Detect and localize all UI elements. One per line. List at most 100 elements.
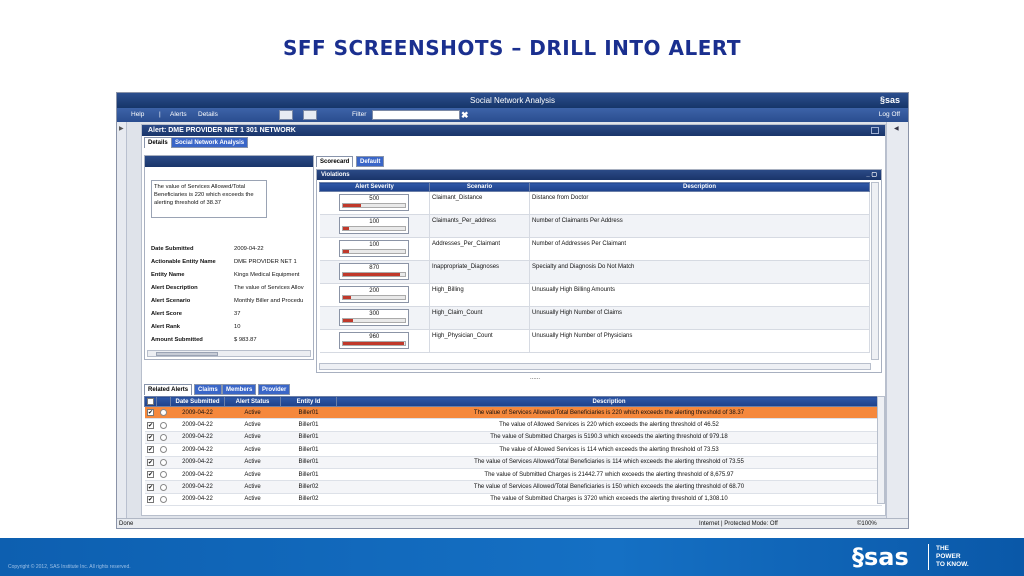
vertical-scrollbar[interactable]: [877, 396, 885, 504]
scorecard-panel: Scorecard Default Violations _ ▢ Alert S…: [316, 155, 885, 375]
row-radio[interactable]: [160, 433, 167, 441]
status-cell: Active: [224, 493, 281, 507]
tab-members[interactable]: Members: [222, 384, 257, 395]
radio-cell[interactable]: [156, 468, 171, 482]
vertical-scrollbar[interactable]: [871, 182, 879, 360]
row-radio[interactable]: [160, 483, 167, 491]
col-description[interactable]: Description: [529, 182, 870, 192]
violation-row[interactable]: 500 Claimant_Distance Distance from Doct…: [319, 191, 870, 215]
divider: [928, 544, 929, 570]
tab-social-network-analysis[interactable]: Social Network Analysis: [171, 137, 249, 148]
violation-row[interactable]: 200 High_Billing Unusually High Billing …: [319, 283, 870, 307]
row-checkbox[interactable]: ✔: [147, 495, 154, 503]
radio-cell[interactable]: [156, 418, 171, 432]
row-radio[interactable]: [160, 495, 167, 503]
violation-row[interactable]: 100 Claimants_Per_address Number of Clai…: [319, 214, 870, 238]
table-row[interactable]: ✔ 2009-04-22 Active Biller02 The value o…: [144, 493, 882, 507]
tab-provider[interactable]: Provider: [258, 384, 291, 395]
field-label: Alert Scenario: [151, 298, 191, 304]
table-row[interactable]: ✔ 2009-04-22 Active Biller01 The value o…: [144, 406, 882, 420]
collapse-icon[interactable]: ◀: [894, 125, 899, 132]
tab-details[interactable]: Details: [144, 137, 172, 148]
col-entity-id[interactable]: Entity Id: [280, 396, 337, 407]
col-alert-severity[interactable]: Alert Severity: [319, 182, 430, 192]
violation-row[interactable]: 960 High_Physician_Count Unusually High …: [319, 329, 870, 353]
row-radio[interactable]: [160, 421, 167, 429]
right-collapse-strip[interactable]: ◀: [886, 122, 908, 518]
radio-cell[interactable]: [156, 443, 171, 457]
menu-details[interactable]: Details: [198, 108, 218, 122]
row-checkbox[interactable]: ✔: [147, 409, 154, 417]
checkbox-cell[interactable]: ✔: [144, 480, 157, 494]
row-radio[interactable]: [160, 471, 167, 479]
violation-row[interactable]: 870 Inappropriate_Diagnoses Specialty an…: [319, 260, 870, 284]
status-cell: Active: [224, 456, 281, 469]
minimize-icon[interactable]: _ ▢: [866, 170, 877, 180]
field-value: Monthly Biller and Procedu: [234, 298, 304, 304]
horizontal-scrollbar[interactable]: [319, 363, 871, 370]
splitter-handle[interactable]: ......: [530, 375, 540, 381]
radio-cell[interactable]: [156, 480, 171, 494]
export-icon[interactable]: [303, 110, 317, 120]
tab-related-alerts[interactable]: Related Alerts: [144, 384, 193, 395]
radio-cell[interactable]: [156, 406, 171, 420]
tab-default[interactable]: Default: [356, 156, 385, 167]
row-checkbox[interactable]: ✔: [147, 483, 154, 491]
status-cell: Active: [224, 468, 281, 482]
row-checkbox[interactable]: ✔: [147, 458, 154, 466]
row-checkbox[interactable]: ✔: [147, 446, 154, 454]
row-radio[interactable]: [160, 446, 167, 454]
severity-value: 870: [369, 265, 380, 271]
table-row[interactable]: ✔ 2009-04-22 Active Biller01 The value o…: [144, 431, 882, 445]
table-row[interactable]: ✔ 2009-04-22 Active Biller01 The value o…: [144, 443, 882, 457]
radio-cell[interactable]: [156, 431, 171, 445]
table-row[interactable]: ✔ 2009-04-22 Active Biller01 The value o…: [144, 456, 882, 469]
col-radio: [156, 396, 171, 407]
row-radio[interactable]: [160, 458, 167, 466]
violation-row[interactable]: 100 Addresses_Per_Claimant Number of Add…: [319, 237, 870, 261]
row-checkbox[interactable]: ✔: [147, 433, 154, 441]
logoff-link[interactable]: Log Off: [879, 108, 900, 122]
horizontal-scrollbar[interactable]: [147, 350, 311, 357]
row-checkbox[interactable]: ✔: [147, 421, 154, 429]
left-collapse-strip[interactable]: ▶: [117, 122, 127, 518]
radio-cell[interactable]: [156, 493, 171, 507]
row-radio[interactable]: [160, 409, 167, 417]
checkbox-cell[interactable]: ✔: [144, 431, 157, 445]
checkbox-cell[interactable]: ✔: [144, 456, 157, 469]
table-row[interactable]: ✔ 2009-04-22 Active Biller01 The value o…: [144, 468, 882, 482]
scroll-thumb[interactable]: [156, 352, 218, 356]
checkbox-cell[interactable]: ✔: [144, 406, 157, 420]
zoom-level[interactable]: ©100%: [857, 519, 877, 529]
col-date-submitted[interactable]: Date Submitted: [170, 396, 225, 407]
violation-row[interactable]: 300 High_Claim_Count Unusually High Numb…: [319, 306, 870, 330]
date-cell: 2009-04-22: [170, 456, 225, 469]
col-description[interactable]: Description: [336, 396, 882, 407]
row-checkbox[interactable]: ✔: [147, 471, 154, 479]
clear-filter-icon[interactable]: ✖: [461, 108, 469, 122]
col-scenario[interactable]: Scenario: [429, 182, 530, 192]
table-row[interactable]: ✔ 2009-04-22 Active Biller02 The value o…: [144, 480, 882, 494]
expand-icon[interactable]: ▶: [119, 125, 124, 132]
print-icon[interactable]: [279, 110, 293, 120]
checkbox-cell[interactable]: ✔: [144, 468, 157, 482]
filter-input[interactable]: [372, 110, 460, 120]
violations-header: Violations _ ▢: [317, 170, 881, 180]
menu-alerts[interactable]: Alerts: [170, 108, 187, 122]
table-row[interactable]: ✔ 2009-04-22 Active Biller01 The value o…: [144, 418, 882, 432]
severity-bar: [342, 295, 407, 300]
checkbox-cell[interactable]: ✔: [144, 418, 157, 432]
checkbox-cell[interactable]: ✔: [144, 443, 157, 457]
severity-cell: 100: [319, 237, 430, 261]
select-all-checkbox[interactable]: ✔: [147, 397, 154, 405]
checkbox-cell[interactable]: ✔: [144, 493, 157, 507]
tab-claims[interactable]: Claims: [194, 384, 222, 395]
menubar: Help | Alerts Details Filter ✖ Log Off: [117, 108, 908, 122]
col-select-all[interactable]: ✔: [144, 396, 157, 407]
field-value: Kings Medical Equipment: [234, 272, 300, 278]
menu-help[interactable]: Help: [131, 108, 144, 122]
tab-scorecard[interactable]: Scorecard: [316, 156, 354, 167]
maximize-icon[interactable]: [871, 127, 879, 134]
col-alert-status[interactable]: Alert Status: [224, 396, 281, 407]
radio-cell[interactable]: [156, 456, 171, 469]
